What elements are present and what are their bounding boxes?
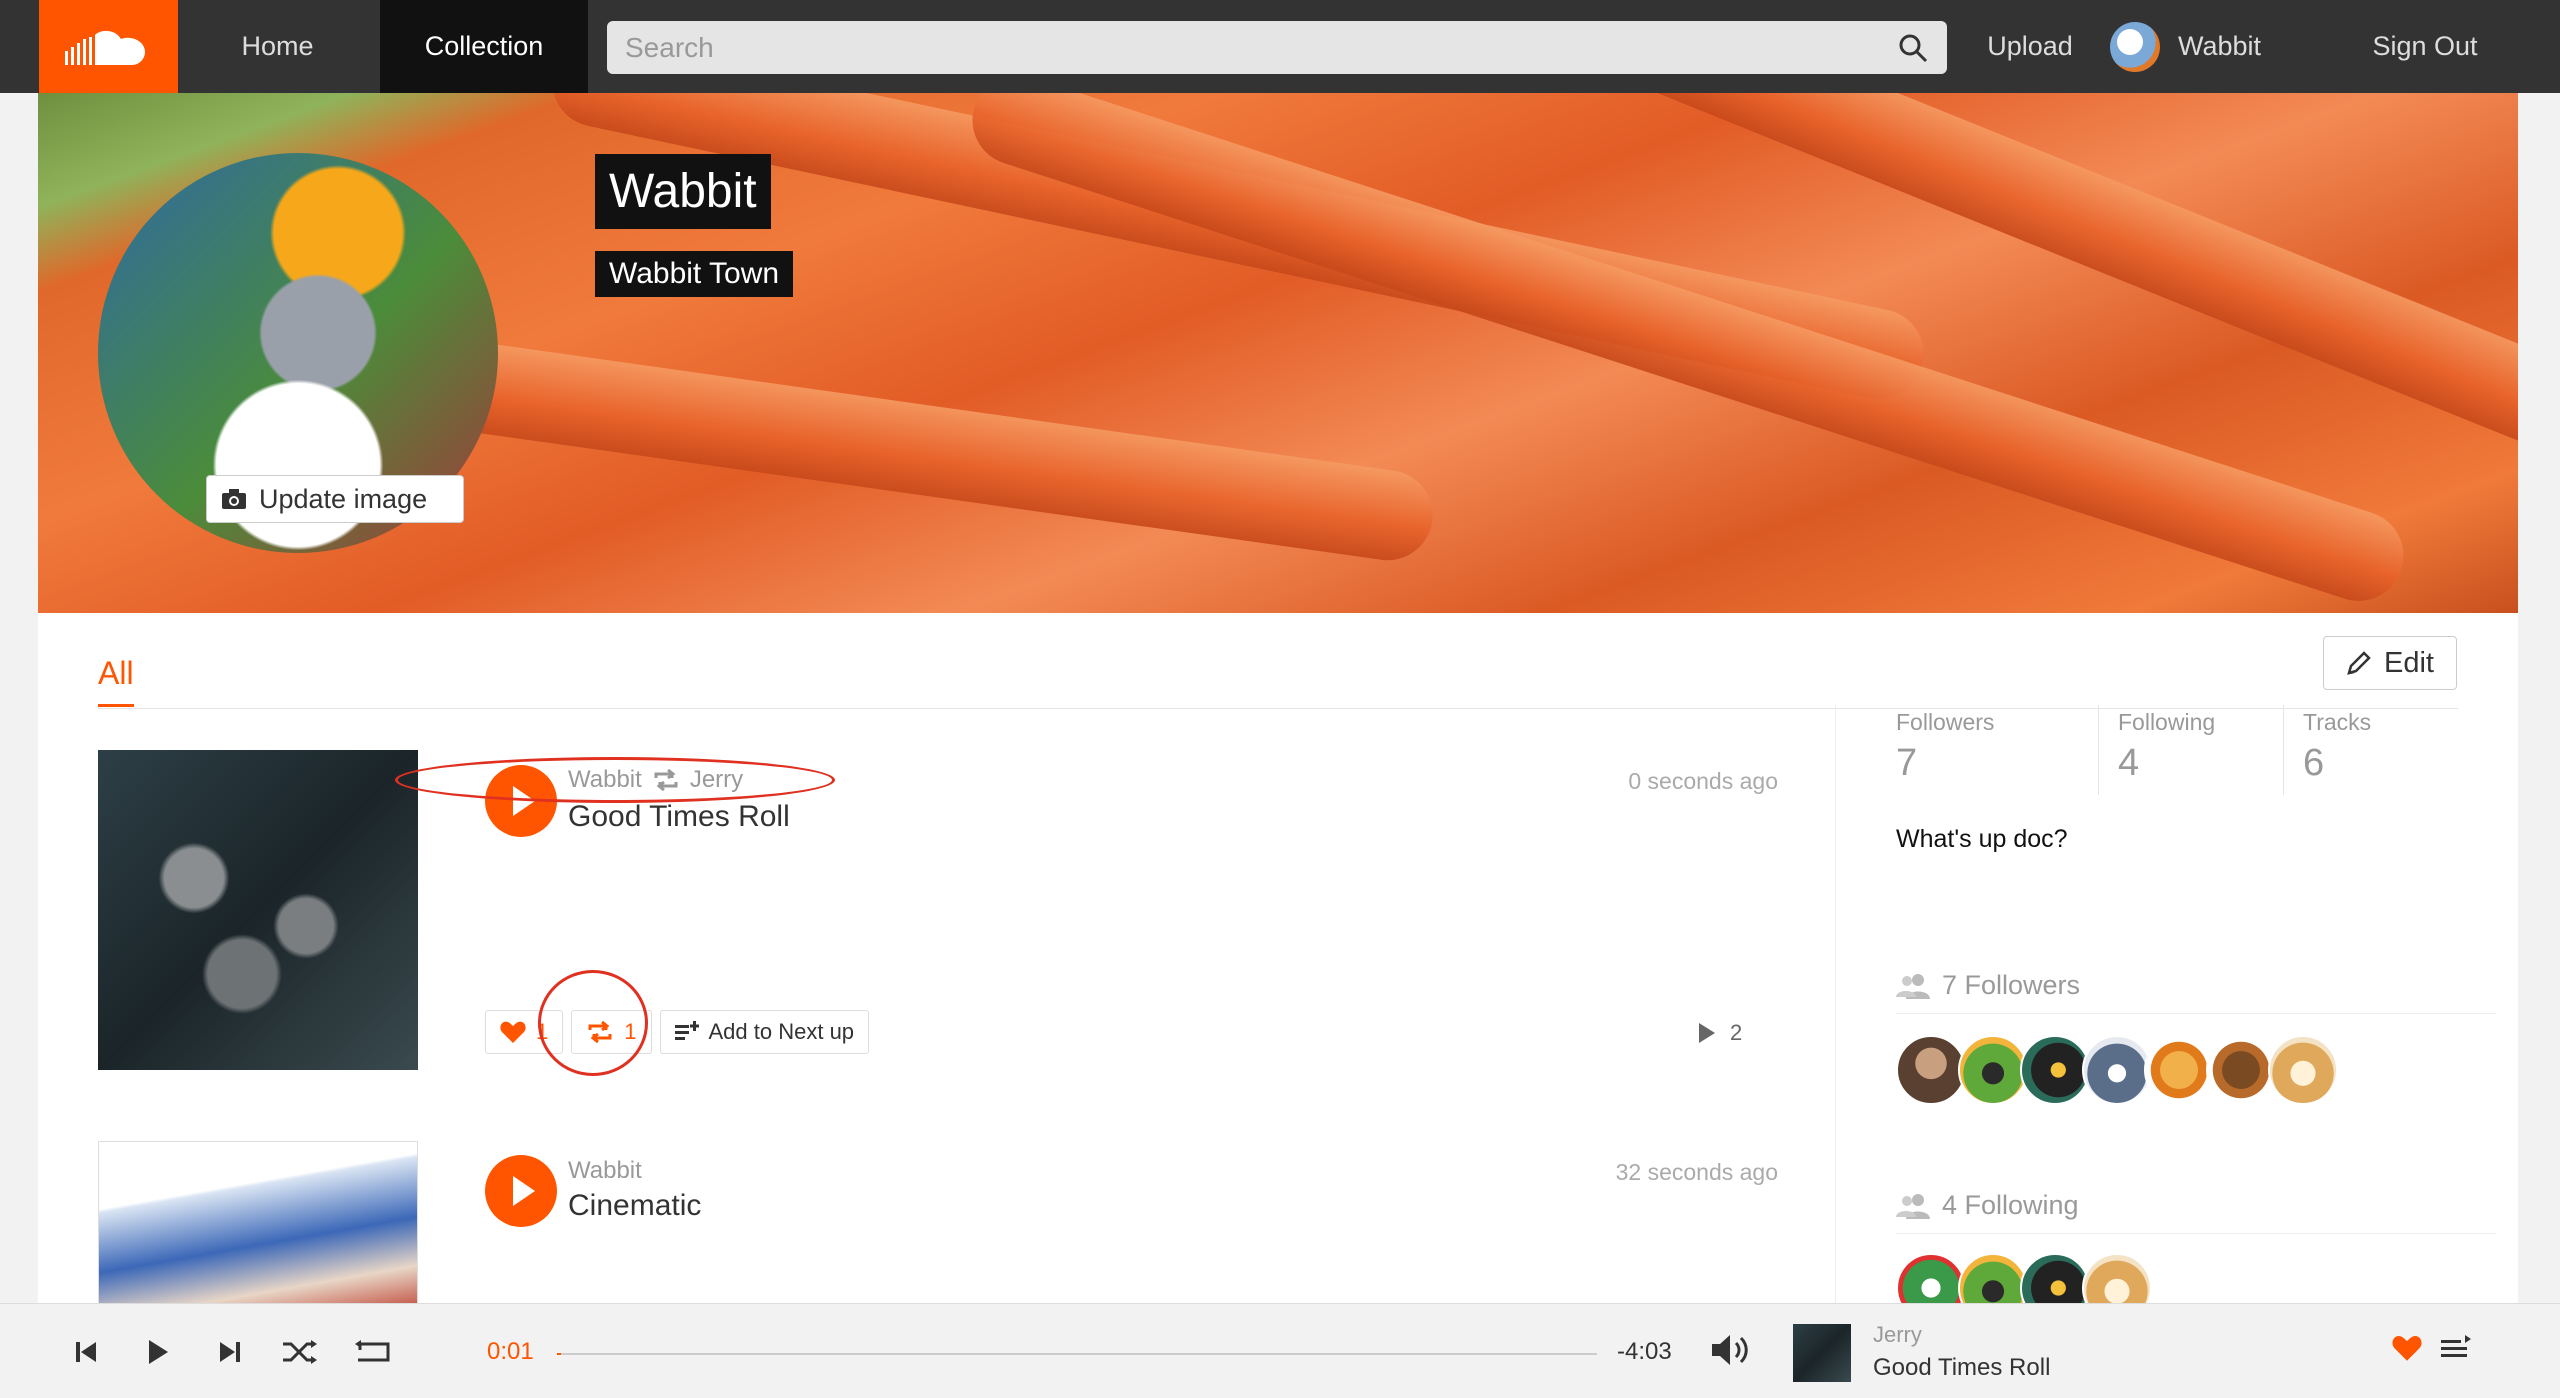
now-playing-title[interactable]: Good Times Roll [1873, 1354, 2050, 1382]
profile-content: All Edit Wabbit Jerry Good Times Roll 0 … [38, 613, 2518, 1323]
cloud-icon [64, 30, 145, 65]
nav-user-menu[interactable]: Wabbit [2110, 0, 2290, 93]
track-title[interactable]: Good Times Roll [568, 800, 790, 834]
remaining-time: -4:03 [1617, 1338, 1672, 1365]
stat-label: Following [2118, 709, 2216, 735]
progress-fill [557, 1353, 562, 1355]
track-time: 32 seconds ago [1615, 1159, 1778, 1185]
followers-heading-label: 7 Followers [1942, 970, 2081, 1000]
camera-icon [222, 489, 246, 509]
stat-value: 7 [1896, 742, 1918, 784]
users-icon [1896, 973, 1930, 999]
avatar[interactable] [2020, 1035, 2090, 1105]
stat-divider [2098, 705, 2099, 795]
shuffle-button[interactable] [281, 1332, 321, 1372]
play-button[interactable] [485, 1155, 557, 1227]
profile-bio: What's up doc? [1896, 825, 2068, 853]
nav-collection[interactable]: Collection [380, 0, 588, 93]
update-image-button[interactable]: Update image [206, 475, 464, 523]
track-item: Wabbit Cinematic 32 seconds ago [98, 1141, 1778, 1311]
profile-location: Wabbit Town [595, 251, 794, 297]
play-count: 2 [1698, 1020, 1742, 1046]
queue-icon [674, 1021, 699, 1040]
edit-button[interactable]: Edit [2323, 636, 2457, 690]
stat-tracks[interactable]: Tracks 6 [2303, 705, 2503, 785]
track-item: Wabbit Jerry Good Times Roll 0 seconds a… [98, 750, 1778, 1080]
heart-icon [500, 1021, 526, 1043]
skip-forward-icon [220, 1342, 240, 1362]
profile-sidebar: Followers 7 Following 4 Tracks 6 What's … [1835, 705, 2496, 1323]
annotation-circle [538, 970, 648, 1076]
nav-home[interactable]: Home [178, 0, 377, 93]
avatar [2110, 21, 2160, 72]
nav-signout[interactable]: Sign Out [2340, 0, 2510, 93]
search-icon[interactable] [1897, 32, 1929, 64]
banner-carrot [960, 93, 2416, 613]
avatar[interactable] [2206, 1035, 2276, 1105]
play-count-icon [1699, 1023, 1715, 1043]
stat-value: 4 [2118, 742, 2140, 784]
stat-label: Followers [1896, 709, 1995, 735]
add-to-next-up-label: Add to Next up [708, 1019, 855, 1044]
repeat-button[interactable] [353, 1332, 393, 1372]
queue-button[interactable] [2440, 1334, 2472, 1367]
queue-icon [2441, 1335, 2471, 1357]
following-heading[interactable]: 4 Following [1896, 1190, 2496, 1234]
stat-label: Tracks [2303, 709, 2372, 735]
track-time: 0 seconds ago [1628, 768, 1778, 794]
add-to-next-up-button[interactable]: Add to Next up [659, 1010, 870, 1054]
avatar[interactable] [2082, 1035, 2152, 1105]
next-button[interactable] [210, 1332, 250, 1372]
skip-back-icon [76, 1342, 96, 1362]
volume-button[interactable] [1710, 1332, 1750, 1373]
edit-label: Edit [2384, 646, 2434, 679]
track-artwork[interactable] [98, 750, 418, 1070]
top-navbar: Home Collection Search Upload Wabbit Sig… [0, 0, 2560, 93]
nav-user-name: Wabbit [2178, 31, 2262, 61]
now-playing-artist[interactable]: Jerry [1873, 1322, 1922, 1348]
previous-button[interactable] [66, 1332, 106, 1372]
track-artwork[interactable] [98, 1141, 418, 1311]
repeat-icon [355, 1340, 390, 1362]
followers-avatars [1896, 1035, 2338, 1105]
stat-divider [2283, 705, 2284, 795]
search-input[interactable]: Search [607, 21, 1947, 74]
profile-name: Wabbit [595, 154, 771, 229]
avatar[interactable] [2268, 1035, 2338, 1105]
cloud-logo[interactable] [39, 0, 178, 93]
avatar[interactable] [1896, 1035, 1966, 1105]
tab-all[interactable]: All [98, 655, 134, 707]
player-bar: 0:01 -4:03 Jerry Good Times Roll [0, 1303, 2560, 1398]
profile-banner: Update image Wabbit Wabbit Town [38, 93, 2518, 613]
update-image-label: Update image [259, 483, 428, 514]
pencil-icon [2347, 651, 2371, 675]
now-playing-artwork[interactable] [1793, 1324, 1851, 1382]
heart-icon [2392, 1336, 2422, 1361]
following-heading-label: 4 Following [1942, 1190, 2079, 1220]
users-icon [1896, 1193, 1930, 1219]
play-icon [149, 1340, 168, 1364]
progress-bar[interactable] [557, 1353, 1597, 1355]
stat-followers[interactable]: Followers 7 [1896, 705, 2096, 785]
play-pause-button[interactable] [138, 1332, 178, 1372]
like-button[interactable] [2392, 1334, 2422, 1367]
annotation-ellipse [395, 757, 835, 803]
stat-value: 6 [2303, 742, 2325, 784]
avatar[interactable] [1958, 1035, 2028, 1105]
nav-upload[interactable]: Upload [1965, 0, 2095, 93]
search-placeholder: Search [625, 31, 714, 63]
track-title[interactable]: Cinematic [568, 1189, 701, 1223]
avatar[interactable] [2144, 1035, 2214, 1105]
followers-heading[interactable]: 7 Followers [1896, 970, 2496, 1014]
play-count-value: 2 [1730, 1020, 1743, 1045]
shuffle-icon [283, 1340, 317, 1364]
track-user[interactable]: Wabbit [568, 1157, 642, 1185]
stat-following[interactable]: Following 4 [2118, 705, 2318, 785]
current-time: 0:01 [487, 1338, 534, 1365]
volume-icon [1712, 1335, 1748, 1365]
